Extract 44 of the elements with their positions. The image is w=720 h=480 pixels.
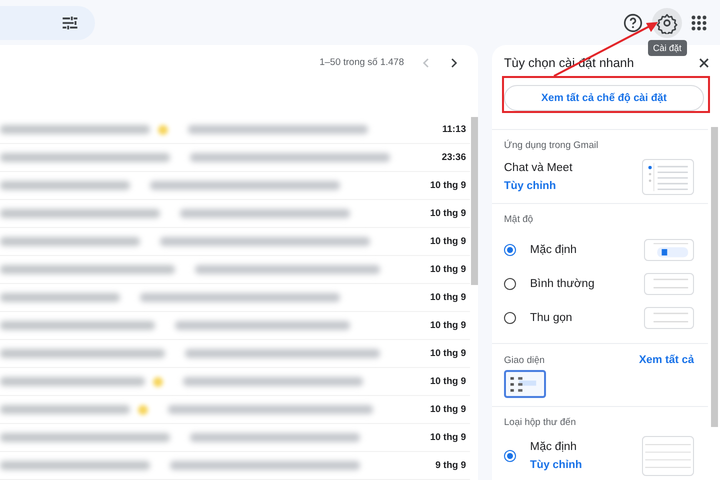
scrollbar[interactable] (471, 117, 478, 285)
email-time: 10 thg 9 (429, 404, 467, 415)
close-icon[interactable] (698, 57, 710, 69)
density-option-label: Bình thường (530, 278, 596, 290)
scrollbar[interactable] (711, 127, 718, 427)
density-option-label: Mặc định (530, 244, 578, 256)
apps-label: Chat và Meet (504, 162, 574, 174)
pagination-range: 1–50 trong số 1.478 (319, 57, 404, 68)
density-preview-icon (644, 273, 694, 295)
see-all-link[interactable]: Xem tất cả (638, 354, 694, 366)
email-time: 10 thg 9 (429, 292, 467, 303)
settings-tooltip: Cài đặt (648, 40, 687, 56)
email-time: 10 thg 9 (429, 180, 467, 191)
help-icon[interactable] (622, 12, 644, 34)
section-heading: Mật độ (504, 214, 534, 225)
radio-button[interactable] (504, 244, 516, 256)
theme-preview-icon[interactable] (504, 370, 546, 398)
customize-link[interactable]: Tùy chỉnh (530, 459, 628, 471)
radio-button[interactable] (504, 278, 516, 290)
inbox-preview-icon (642, 436, 694, 476)
email-time: 10 thg 9 (429, 236, 467, 247)
inbox-option-label: Mặc định (530, 441, 578, 453)
density-option-label: Thu gọn (530, 312, 574, 324)
section-heading: Giao diện (504, 354, 545, 366)
density-preview-icon (644, 239, 694, 261)
email-time: 10 thg 9 (429, 348, 467, 359)
email-time: 10 thg 9 (429, 376, 467, 387)
email-time: 10 thg 9 (429, 264, 467, 275)
email-time: 10 thg 9 (429, 208, 467, 219)
settings-icon[interactable] (652, 8, 682, 38)
all-settings-button[interactable]: Xem tất cả chế độ cài đặt (504, 85, 704, 111)
email-time: 11:13 (441, 124, 467, 135)
layout-preview-icon (642, 159, 694, 195)
email-time: 10 thg 9 (429, 320, 467, 331)
email-time: 9 thg 9 (434, 460, 467, 471)
customize-link[interactable]: Tùy chỉnh (504, 180, 642, 192)
radio-button[interactable] (504, 450, 516, 462)
email-time: 23:36 (440, 152, 467, 163)
section-heading: Ứng dụng trong Gmail (504, 140, 600, 151)
search-field[interactable] (0, 6, 95, 40)
density-preview-icon (644, 307, 694, 329)
radio-button[interactable] (504, 312, 516, 324)
email-time: 10 thg 9 (429, 432, 467, 443)
section-heading: Loại hộp thư đến (504, 417, 577, 428)
